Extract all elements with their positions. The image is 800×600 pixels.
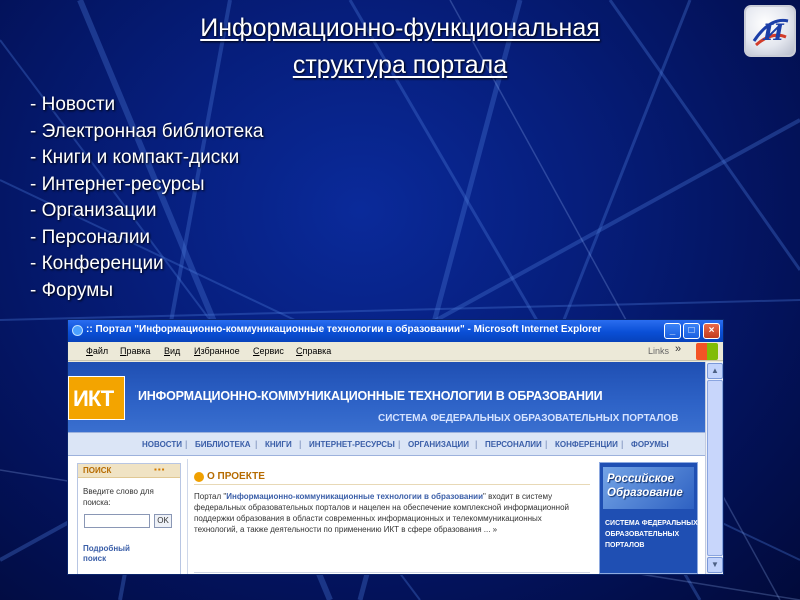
search-heading: ПОИСК (83, 466, 112, 475)
decor-dots-icon: ▪▪▪ (154, 465, 166, 474)
divider (194, 484, 590, 485)
links-toolbar[interactable]: Links (648, 346, 669, 356)
nav-conferences[interactable]: КОНФЕРЕНЦИИ (555, 440, 618, 449)
list-item: - Книги и компакт-диски (30, 147, 240, 168)
nav-separator: | (475, 439, 478, 449)
portal-name-link[interactable]: Информационно-коммуникационные технологи… (226, 492, 483, 501)
menu-view[interactable]: Вид (164, 346, 180, 356)
nav-library[interactable]: БИБЛИОТЕКА (195, 440, 251, 449)
banner-subtitle: СИСТЕМА ФЕДЕРАЛЬНЫХ ОБРАЗОВАТЕЛЬНЫХ ПОРТ… (605, 520, 698, 549)
slide-title: Информационно-функциональная структура п… (130, 10, 670, 84)
window-title-bar[interactable]: :: Портал "Информационно-коммуникационны… (68, 320, 723, 342)
close-button[interactable]: × (703, 323, 720, 339)
corner-logo-icon: И (744, 5, 796, 57)
nav-separator: | (545, 439, 548, 449)
ikt-logo[interactable]: ИКТ (68, 376, 125, 420)
search-input[interactable] (84, 514, 150, 528)
minimize-button[interactable]: _ (664, 323, 681, 339)
nav-organizations[interactable]: ОРГАНИЗАЦИИ (408, 440, 469, 449)
about-project-heading: О ПРОЕКТЕ (207, 471, 265, 482)
column-divider (187, 459, 188, 574)
list-item: - Новости (30, 94, 116, 115)
menu-help[interactable]: Справка (296, 346, 331, 356)
nav-separator: | (185, 439, 188, 449)
scroll-thumb[interactable] (707, 380, 723, 556)
svg-text:И: И (762, 20, 785, 46)
menu-file[interactable]: Файл (86, 346, 108, 356)
about-project-prefix: Портал " (194, 492, 227, 501)
menu-tools[interactable]: Сервис (253, 346, 284, 356)
window-title: :: Портал "Информационно-коммуникационны… (86, 324, 602, 335)
about-project-text: Портал "Информационно-коммуникационные т… (194, 491, 580, 535)
bullet-circle-icon (194, 472, 204, 482)
search-hint: Введите слово для поиска: (83, 487, 154, 507)
maximize-button[interactable]: □ (683, 323, 700, 339)
site-title: ИНФОРМАЦИОННО-КОММУНИКАЦИОННЫЕ ТЕХНОЛОГИ… (138, 389, 603, 403)
nav-separator: | (299, 439, 302, 449)
portal-structure-list: - Новости - Электронная библиотека - Кни… (30, 92, 264, 304)
links-chevron-icon[interactable]: » (675, 343, 681, 355)
site-subtitle: СИСТЕМА ФЕДЕРАЛЬНЫХ ОБРАЗОВАТЕЛЬНЫХ ПОРТ… (378, 413, 679, 424)
scroll-down-arrow-icon[interactable]: ▼ (707, 557, 723, 573)
nav-persons[interactable]: ПЕРСОНАЛИИ (485, 440, 542, 449)
advanced-search-link[interactable]: Подробный поиск (83, 544, 153, 564)
search-panel-header: ПОИСК ▪▪▪ (78, 464, 180, 478)
browser-window: :: Портал "Информационно-коммуникационны… (67, 319, 724, 575)
nav-news[interactable]: НОВОСТИ (142, 440, 182, 449)
site-header: ИКТ ИНФОРМАЦИОННО-КОММУНИКАЦИОННЫЕ ТЕХНО… (68, 362, 705, 432)
slide-title-line-2: структура портала (292, 51, 508, 79)
nav-forums[interactable]: ФОРУМЫ (631, 440, 669, 449)
web-page: ИКТ ИНФОРМАЦИОННО-КОММУНИКАЦИОННЫЕ ТЕХНО… (68, 362, 705, 574)
list-item: - Организации (30, 200, 157, 221)
russian-education-banner[interactable]: Российское Образование СИСТЕМА ФЕДЕРАЛЬН… (599, 462, 698, 574)
nav-separator: | (255, 439, 258, 449)
nav-separator: | (398, 439, 401, 449)
list-item: - Конференции (30, 253, 164, 274)
scroll-up-arrow-icon[interactable]: ▲ (707, 363, 723, 379)
slide-title-line-1: Информационно-функциональная (200, 14, 600, 42)
nav-internet-resources[interactable]: ИНТЕРНЕТ-РЕСУРСЫ (309, 440, 395, 449)
menu-edit[interactable]: Правка (120, 346, 150, 356)
search-panel: ПОИСК ▪▪▪ Введите слово для поиска: OK П… (77, 463, 181, 574)
list-item: - Интернет-ресурсы (30, 173, 205, 195)
list-item: - Персоналии (30, 226, 151, 248)
vertical-scrollbar[interactable]: ▲ ▼ (705, 362, 723, 574)
site-nav: НОВОСТИ | БИБЛИОТЕКА | КНИГИ | ИНТЕРНЕТ-… (68, 432, 705, 456)
list-item: - Электронная библиотека (30, 120, 264, 142)
menu-bar: Файл Правка Вид Избранное Сервис Справка… (68, 342, 723, 361)
menu-favorites[interactable]: Избранное (194, 346, 240, 356)
search-ok-button[interactable]: OK (154, 514, 172, 528)
nav-books[interactable]: КНИГИ (265, 440, 292, 449)
windows-flag-icon (696, 343, 718, 360)
list-item: - Форумы (30, 279, 113, 301)
nav-separator: | (621, 439, 624, 449)
ie-icon (72, 325, 83, 336)
banner-title: Российское Образование (603, 467, 694, 509)
divider (194, 572, 590, 573)
